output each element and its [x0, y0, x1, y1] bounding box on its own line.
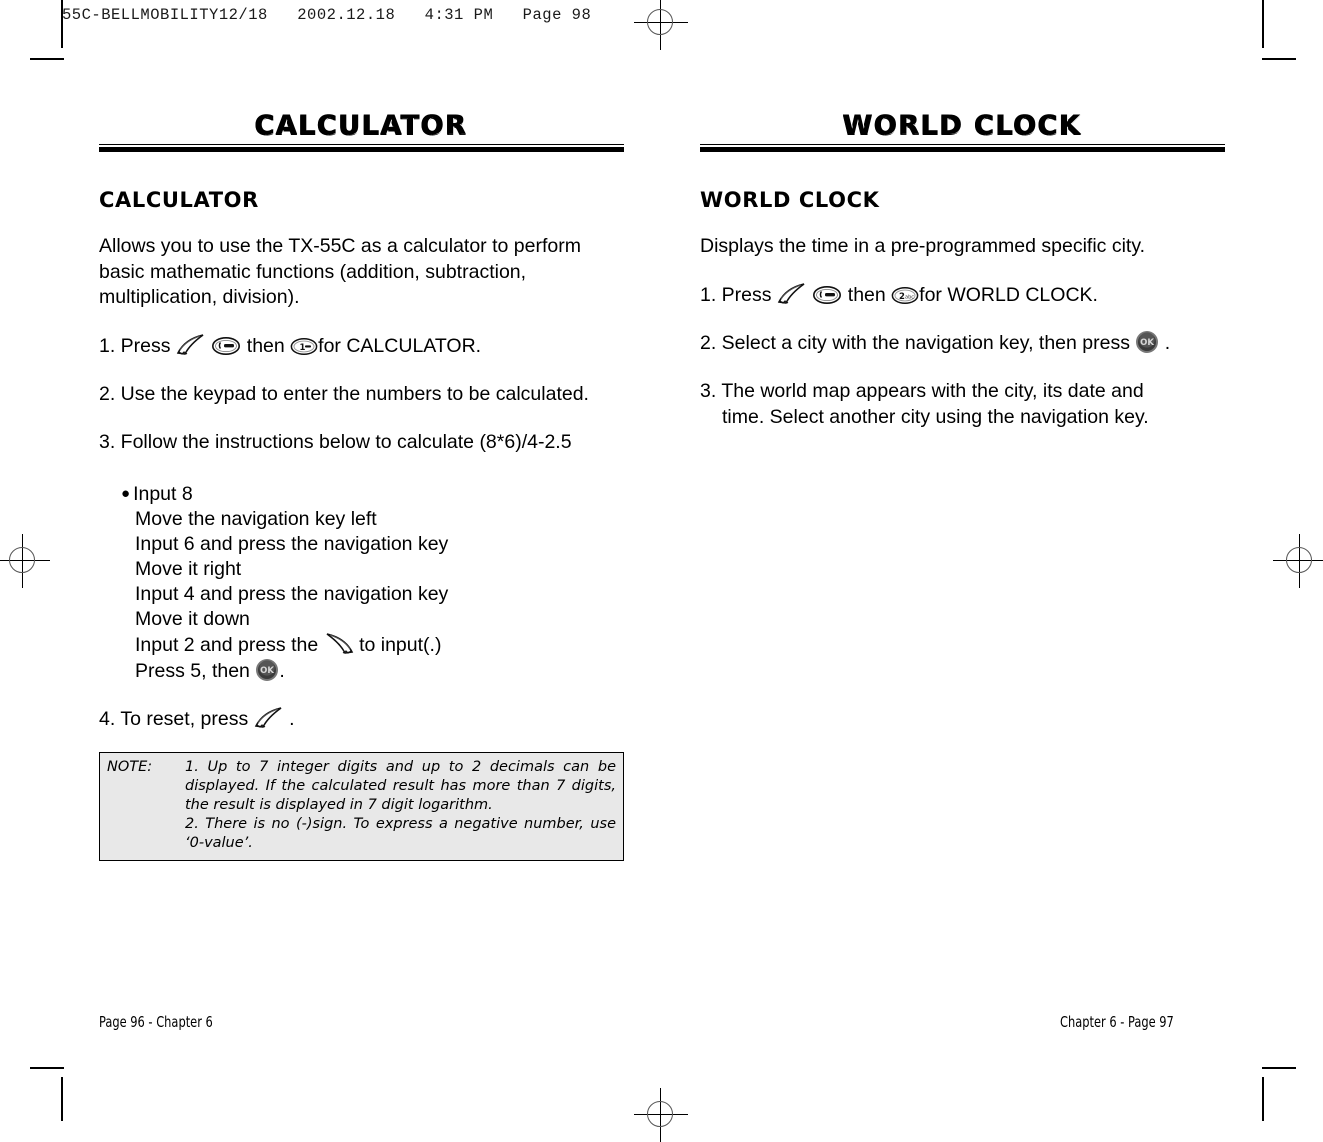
registration-mark-circle	[647, 1101, 673, 1127]
bullet-dot-icon: ●	[121, 484, 131, 502]
note-line-1: 1. Up to 7 integer digits and up to 2 de…	[185, 758, 616, 813]
list-item-label: Input 8	[133, 482, 193, 505]
right-page-column: WORLD CLOCK WORLD CLOCK Displays the tim…	[700, 110, 1225, 430]
registration-mark-top	[634, 0, 688, 50]
list-item-press-5: Press 5, then OK .	[135, 658, 624, 684]
world-clock-step-3-line-1: 3. The world map appears with the city, …	[700, 379, 1144, 402]
list-item-input-2-text-b: to input(.)	[359, 633, 442, 656]
left-page-column: CALCULATOR CALCULATOR Allows you to use …	[99, 110, 624, 861]
calculator-step-2: 2. Use the keypad to enter the numbers t…	[99, 382, 589, 405]
registration-mark-circle	[647, 9, 673, 35]
list-item: Move it right	[135, 557, 242, 580]
calculator-intro-paragraph: Allows you to use the TX-55C as a calcul…	[99, 235, 581, 308]
crop-mark-right-bottom	[1262, 1067, 1296, 1069]
calculator-step-4-text: 4. To reset, press	[99, 707, 249, 730]
world-clock-step-1: 1. Press then 2 abc for WORLD CLOCK.	[700, 282, 1225, 308]
calculator-step-1-text-b: then	[246, 334, 285, 357]
world-clock-banner: WORLD CLOCK	[700, 110, 1225, 162]
calculator-instruction-list: ● Input 8 Move the navigation key left In…	[99, 481, 624, 684]
list-item-press-5-text: Press 5, then	[135, 659, 250, 682]
calculator-banner: CALCULATOR	[99, 110, 624, 162]
list-item-press-5-period: .	[279, 659, 285, 682]
world-clock-step-2-text: 2. Select a city with the navigation key…	[700, 331, 1130, 354]
world-clock-step-2-period: .	[1164, 331, 1171, 354]
note-line-2: 2. There is no (-)sign. To express a neg…	[185, 815, 616, 851]
keypad-1-icon: 1	[290, 336, 318, 357]
svg-text:abc: abc	[905, 294, 914, 300]
note-label: NOTE:	[107, 758, 153, 775]
world-clock-step-3-line-2: time. Select another city using the navi…	[722, 405, 1149, 428]
registration-mark-circle	[1286, 547, 1312, 573]
world-clock-step-1-text-b: then	[847, 283, 886, 306]
ok-button-icon: OK	[1135, 330, 1159, 354]
world-clock-banner-title: WORLD CLOCK	[843, 110, 1082, 141]
calculator-step-1: 1. Press then 1 for CALCULATOR.	[99, 333, 624, 359]
menu-oval-key-icon	[211, 335, 241, 357]
list-item-input-2-text-a: Input 2 and press the	[135, 633, 319, 656]
list-item: Input 4 and press the navigation key	[135, 582, 449, 605]
calculator-note-box: NOTE: 1. Up to 7 integer digits and up t…	[99, 751, 624, 861]
crop-mark-left-top	[30, 58, 64, 60]
crop-mark-top-right	[1262, 0, 1264, 48]
list-item: Input 6 and press the navigation key	[135, 532, 449, 555]
list-item: Move the navigation key left	[135, 507, 377, 530]
registration-mark-bottom	[634, 1088, 688, 1142]
registration-mark-left	[0, 534, 50, 588]
world-clock-step-1-text-c: for WORLD CLOCK.	[919, 283, 1098, 306]
clear-swoosh-key-mirrored-icon	[324, 632, 354, 656]
crop-mark-bottom-left	[61, 1077, 63, 1121]
crop-mark-right-top	[1262, 58, 1296, 60]
calculator-step-4-period: .	[289, 707, 295, 730]
svg-text:1: 1	[300, 343, 306, 353]
list-item: ● Input 8	[121, 481, 624, 507]
svg-text:OK: OK	[1140, 338, 1154, 348]
list-item-input-2: Input 2 and press the to input(.)	[135, 632, 624, 658]
world-clock-step-1-text-a: 1. Press	[700, 283, 772, 306]
list-item: Move it down	[135, 607, 250, 630]
world-clock-step-2: 2. Select a city with the navigation key…	[700, 330, 1225, 356]
calculator-step-1-text-a: 1. Press	[99, 334, 171, 357]
world-clock-intro-paragraph: Displays the time in a pre-programmed sp…	[700, 235, 1146, 257]
crop-mark-bottom-right	[1262, 1077, 1264, 1121]
right-page-footer: Chapter 6 - Page 97	[1060, 1013, 1174, 1031]
scan-header-text: 55C-BELLMOBILITY12/18 2002.12.18 4:31 PM…	[62, 6, 592, 24]
clear-swoosh-key-icon	[176, 333, 206, 357]
world-clock-section-title: WORLD CLOCK	[700, 188, 880, 212]
registration-mark-right	[1273, 534, 1323, 588]
calculator-section-title: CALCULATOR	[99, 188, 259, 212]
ok-button-icon: OK	[255, 658, 279, 682]
left-page-footer: Page 96 - Chapter 6	[99, 1013, 213, 1031]
clear-swoosh-key-icon	[777, 282, 807, 306]
clear-swoosh-key-icon	[254, 706, 284, 730]
menu-oval-key-icon	[812, 284, 842, 306]
banner-rule-thin	[99, 144, 624, 145]
svg-text:OK: OK	[260, 666, 274, 676]
registration-mark-circle	[9, 547, 35, 573]
banner-rule-thick	[700, 147, 1225, 152]
calculator-step-4: 4. To reset, press .	[99, 706, 624, 732]
keypad-2-icon: 2 abc	[891, 285, 919, 306]
world-clock-step-3: 3. The world map appears with the city, …	[700, 378, 1225, 430]
banner-rule-thick	[99, 147, 624, 152]
calculator-step-1-text-c: for CALCULATOR.	[318, 334, 482, 357]
note-body: 1. Up to 7 integer digits and up to 2 de…	[185, 758, 616, 853]
banner-rule-thin	[700, 144, 1225, 145]
calculator-banner-title: CALCULATOR	[255, 110, 468, 141]
crop-mark-left-bottom	[30, 1067, 64, 1069]
calculator-step-3: 3. Follow the instructions below to calc…	[99, 430, 572, 453]
